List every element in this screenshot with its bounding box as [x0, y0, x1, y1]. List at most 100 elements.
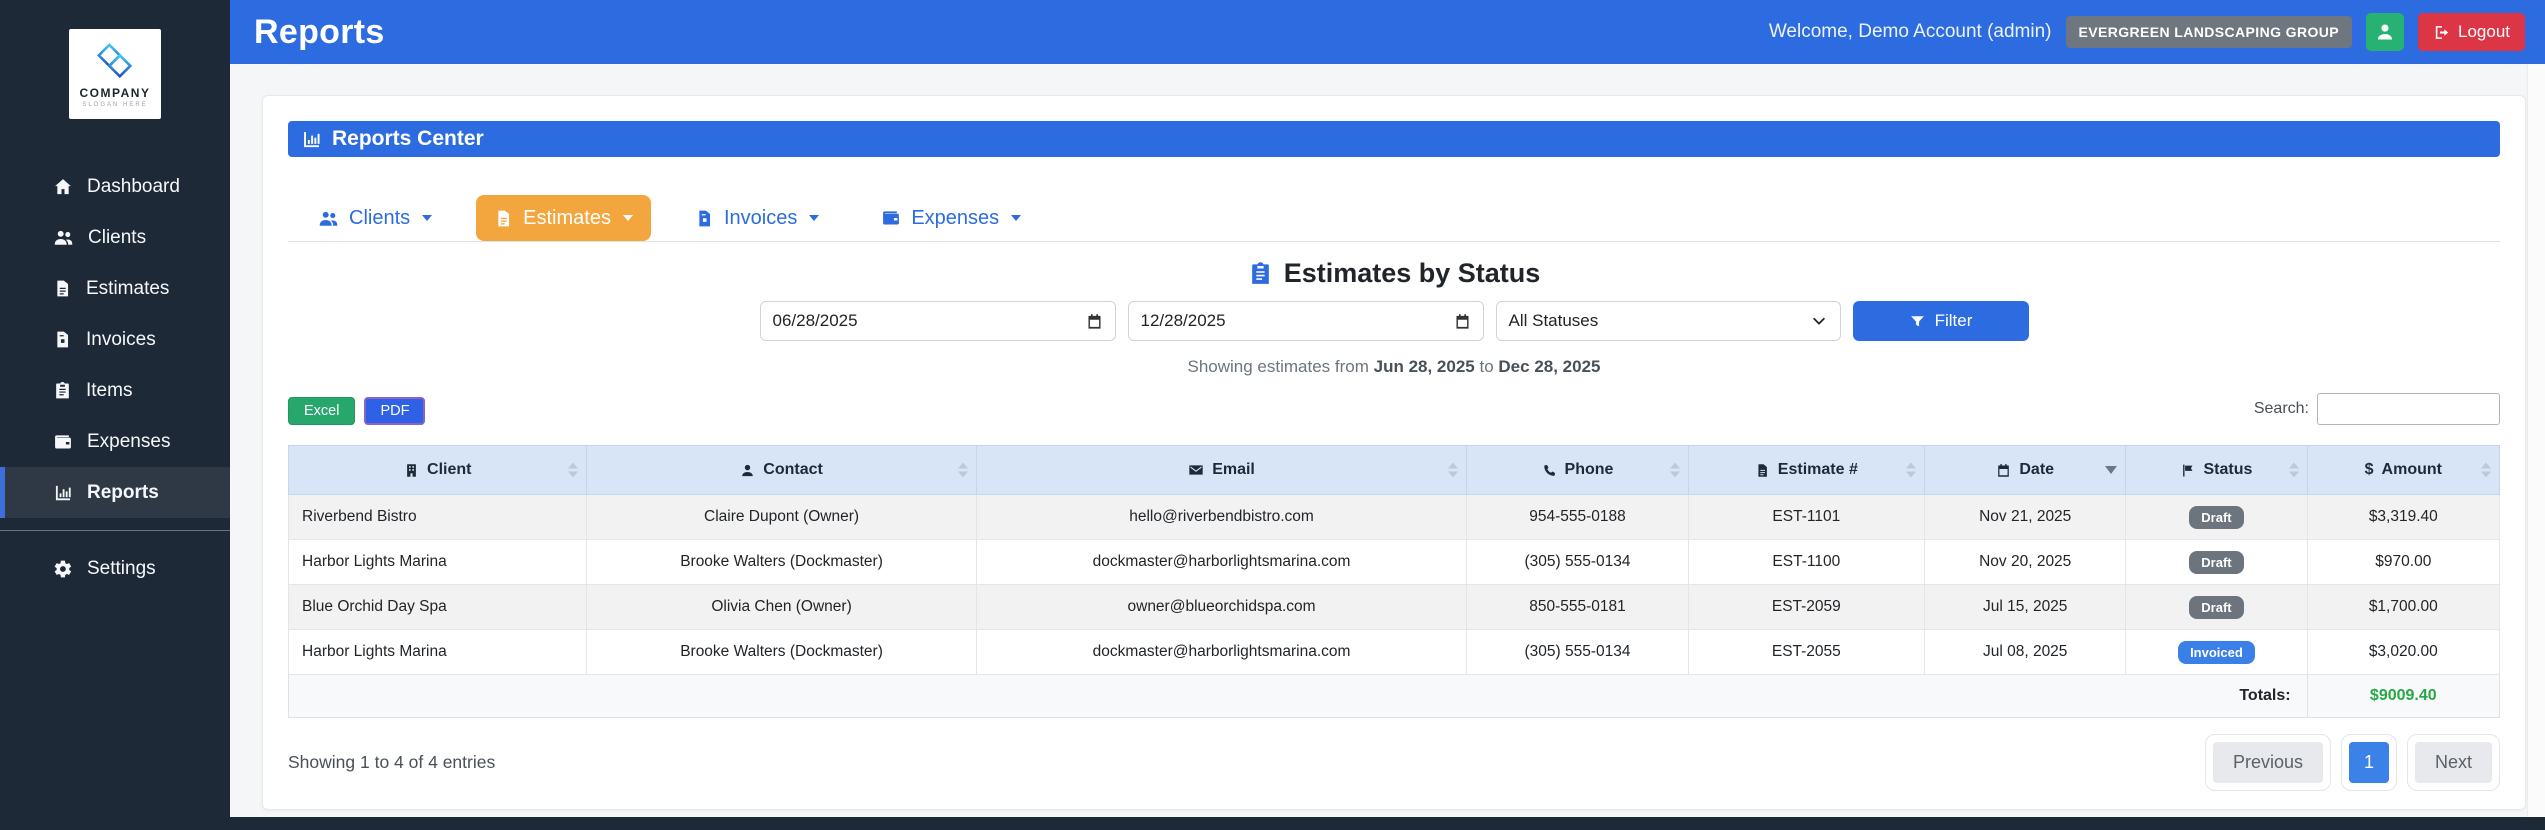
status-badge: Draft — [2189, 505, 2244, 529]
filter-button[interactable]: Filter — [1852, 301, 2029, 341]
sort-desc-icon — [2105, 466, 2118, 474]
column-header-date[interactable]: Date — [1924, 445, 2127, 495]
sidebar: COMPANY SLOGAN HERE Dashboard Clients Es… — [0, 0, 230, 830]
pagination: Previous 1 Next — [2204, 734, 2500, 791]
cell-date: Jul 15, 2025 — [1924, 584, 2127, 630]
export-excel-button[interactable]: Excel — [288, 397, 356, 425]
sidebar-item-items[interactable]: Items — [0, 365, 230, 416]
sidebar-item-dashboard[interactable]: Dashboard — [0, 161, 230, 212]
status-badge: Draft — [2189, 550, 2244, 574]
caret-down-icon — [422, 215, 433, 221]
sidebar-item-expenses[interactable]: Expenses — [0, 416, 230, 467]
tab-clients[interactable]: Clients — [300, 195, 450, 241]
app-window: COMPANY SLOGAN HERE Dashboard Clients Es… — [0, 0, 2545, 830]
sort-icon — [1448, 462, 1459, 478]
pagination-next[interactable]: Next — [2406, 734, 2500, 791]
cell-status: Draft — [2125, 539, 2308, 585]
date-to-input[interactable]: 12/28/2025 — [1127, 301, 1484, 341]
cell-email: hello@riverbendbistro.com — [975, 494, 1468, 540]
section-title-text: Estimates by Status — [1283, 258, 1541, 288]
export-pdf-button[interactable]: PDF — [364, 397, 426, 425]
sidebar-item-settings[interactable]: Settings — [0, 543, 230, 594]
column-header-status[interactable]: Status — [2125, 445, 2308, 495]
tab-estimates[interactable]: Estimates — [476, 195, 651, 241]
home-icon — [53, 177, 73, 197]
sort-icon — [1906, 462, 1917, 478]
table-controls: Excel PDF Search: — [288, 393, 2500, 425]
table-row: Harbor Lights Marina Brooke Walters (Doc… — [287, 539, 2501, 585]
column-header-client[interactable]: Client — [287, 445, 588, 495]
sidebar-item-estimates[interactable]: Estimates — [0, 263, 230, 314]
cell-phone: (305) 555-0134 — [1466, 539, 1689, 585]
cell-status: Invoiced — [2125, 629, 2308, 675]
file-invoice-icon — [53, 330, 72, 349]
column-header-email[interactable]: Email — [975, 445, 1468, 495]
sidebar-item-label: Invoices — [86, 328, 156, 350]
organization-badge: EVERGREEN LANDSCAPING GROUP — [2065, 16, 2352, 48]
column-header-estimate[interactable]: Estimate # — [1687, 445, 1926, 495]
sort-icon — [568, 462, 579, 478]
user-account-button[interactable] — [2366, 13, 2404, 51]
building-icon — [404, 463, 419, 478]
logout-button[interactable]: Logout — [2418, 13, 2525, 51]
cell-email: dockmaster@harborlightsmarina.com — [975, 539, 1468, 585]
reports-center-header: Reports Center — [288, 121, 2500, 157]
totals-label: Totals: — [288, 674, 2308, 718]
cell-client: Harbor Lights Marina — [287, 539, 588, 585]
company-logo: COMPANY SLOGAN HERE — [69, 29, 161, 119]
column-header-phone[interactable]: Phone — [1466, 445, 1689, 495]
column-header-contact[interactable]: Contact — [586, 445, 977, 495]
scrollbar[interactable] — [2527, 64, 2545, 817]
tab-invoices[interactable]: Invoices — [677, 195, 837, 241]
sidebar-item-label: Settings — [87, 557, 156, 579]
sidebar-item-reports[interactable]: Reports — [0, 467, 230, 518]
tab-label: Expenses — [911, 206, 1000, 229]
user-icon — [2375, 22, 2395, 42]
tab-label: Clients — [349, 206, 411, 229]
status-badge: Draft — [2189, 595, 2244, 619]
previous-button[interactable]: Previous — [2212, 742, 2323, 783]
flag-icon — [2180, 463, 2195, 478]
summary-to-date: Dec 28, 2025 — [1498, 357, 1601, 376]
status-select[interactable]: All Statuses — [1495, 301, 1841, 341]
file-invoice-icon — [695, 209, 714, 228]
pagination-previous[interactable]: Previous — [2204, 734, 2331, 791]
dollar-icon: $ — [2364, 461, 2374, 478]
pagination-page-1[interactable]: 1 — [2340, 734, 2397, 791]
sidebar-divider — [0, 530, 230, 531]
cell-date: Nov 20, 2025 — [1924, 539, 2127, 585]
caret-down-icon — [809, 215, 820, 221]
calendar-icon — [1454, 313, 1471, 330]
next-button[interactable]: Next — [2414, 742, 2492, 783]
chevron-down-icon — [1810, 312, 1828, 330]
logo-subtitle: SLOGAN HERE — [82, 102, 148, 108]
file-icon — [53, 279, 72, 298]
cell-status: Draft — [2125, 494, 2308, 540]
sidebar-item-clients[interactable]: Clients — [0, 212, 230, 263]
estimates-table: Client Contact Email Phone Estimate # Da… — [287, 445, 2501, 718]
clipboard-icon — [1248, 261, 1273, 286]
cell-email: dockmaster@harborlightsmarina.com — [975, 629, 1468, 675]
phone-icon — [1542, 463, 1557, 478]
logo-title: COMPANY — [79, 86, 151, 100]
cell-date: Nov 21, 2025 — [1924, 494, 2127, 540]
page-1-button[interactable]: 1 — [2348, 742, 2389, 783]
chart-bar-icon — [301, 129, 322, 150]
file-icon — [1755, 463, 1770, 478]
caret-down-icon — [1011, 215, 1022, 221]
cell-estimate: EST-1100 — [1687, 539, 1926, 585]
cell-client: Harbor Lights Marina — [287, 629, 588, 675]
funnel-icon — [1909, 313, 1926, 330]
users-icon — [318, 208, 339, 229]
cell-client: Blue Orchid Day Spa — [287, 584, 588, 630]
cell-amount: $1,700.00 — [2306, 584, 2501, 630]
sidebar-menu: Dashboard Clients Estimates Invoices Ite… — [0, 161, 230, 594]
column-header-amount[interactable]: $ Amount — [2306, 445, 2501, 495]
tab-expenses[interactable]: Expenses — [863, 195, 1039, 241]
search-input[interactable] — [2317, 393, 2500, 425]
users-icon — [53, 227, 74, 248]
table-row: Blue Orchid Day Spa Olivia Chen (Owner) … — [287, 584, 2501, 630]
date-from-input[interactable]: 06/28/2025 — [759, 301, 1116, 341]
sidebar-item-invoices[interactable]: Invoices — [0, 314, 230, 365]
envelope-icon — [1188, 462, 1204, 478]
